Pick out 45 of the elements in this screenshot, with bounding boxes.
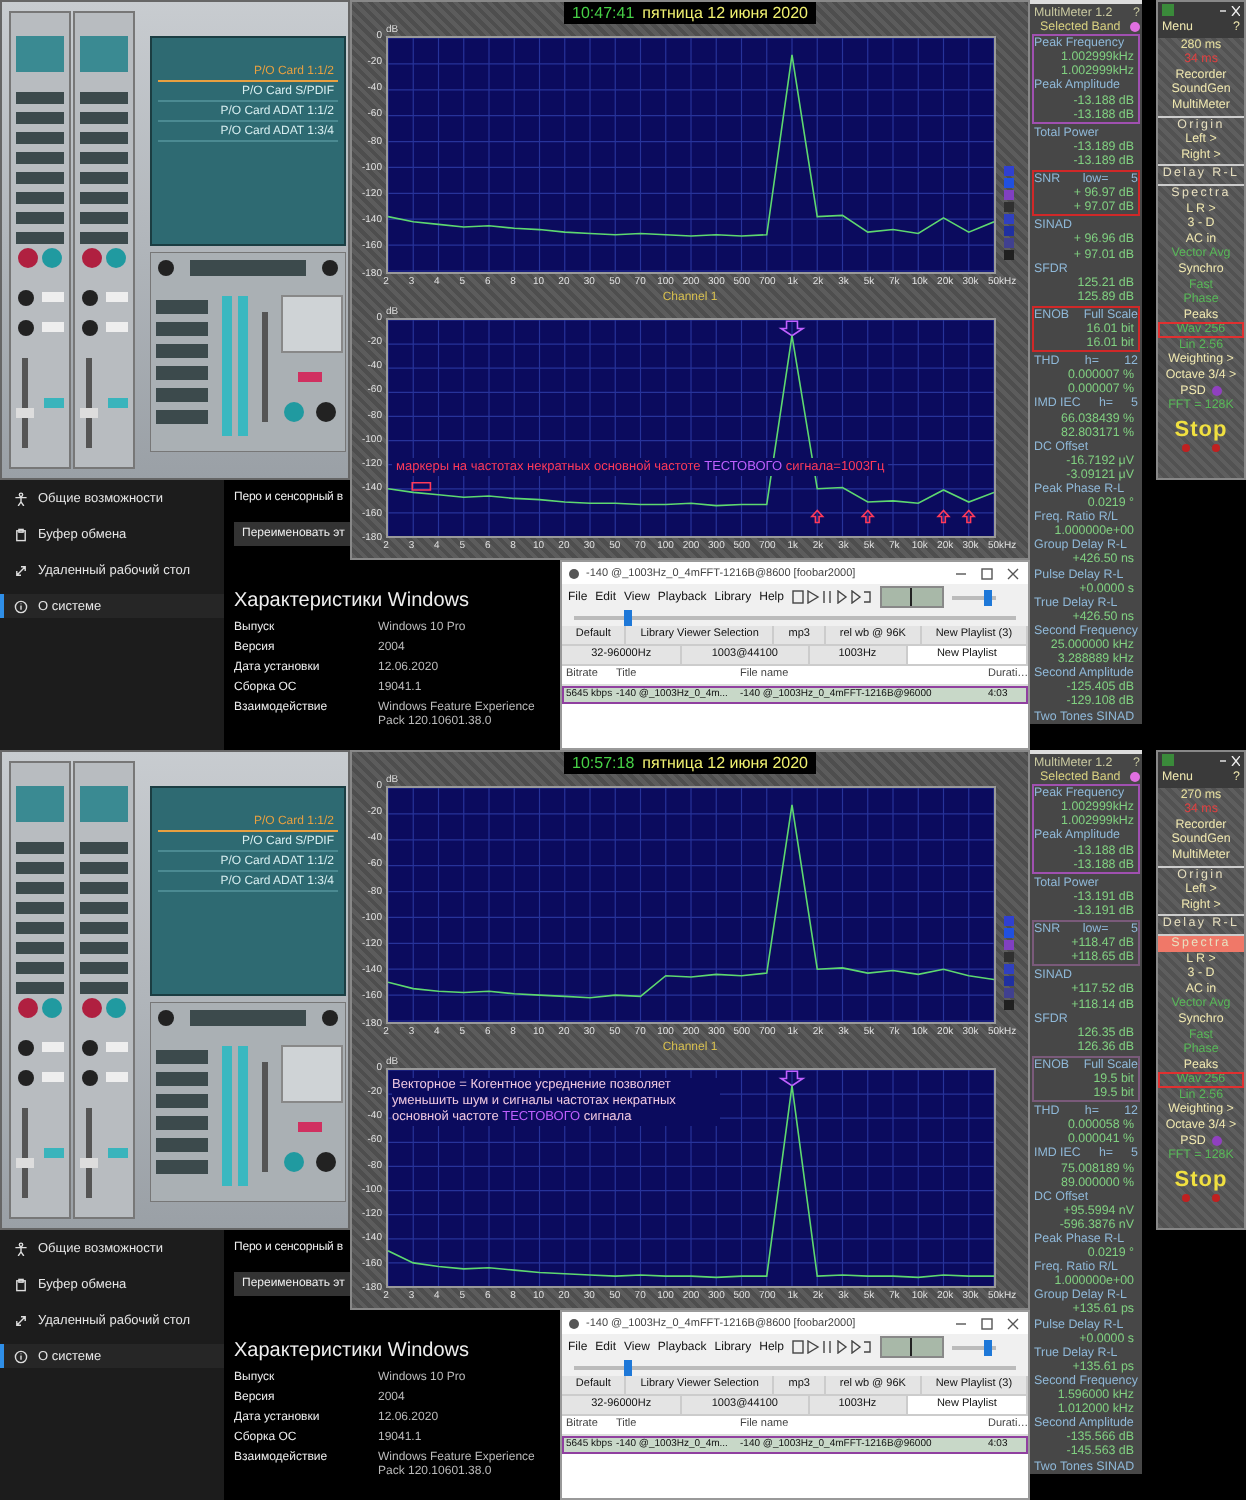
- person-icon: [14, 1241, 28, 1255]
- peak-marker-icon: [778, 1069, 806, 1086]
- remote-icon: [14, 1313, 28, 1327]
- section-title: Характеристики Windows: [234, 1340, 471, 1362]
- visualization-panel: [879, 1336, 944, 1358]
- stop-button[interactable]: Stop: [1158, 1167, 1244, 1194]
- stop-button[interactable]: Stop: [1158, 417, 1244, 444]
- clipboard-icon: [14, 527, 28, 541]
- window-controls-icon: [954, 1317, 1022, 1329]
- app-icon: [568, 1317, 580, 1329]
- peak-marker-icon: [778, 319, 806, 336]
- seek-thumb[interactable]: [623, 610, 632, 626]
- person-icon: [14, 491, 28, 505]
- marker-arrow-icon: [860, 508, 875, 523]
- app-icon: [1162, 4, 1174, 16]
- info-icon: [14, 1349, 28, 1363]
- color-legend-icon: [1004, 915, 1016, 1011]
- record-dot-icon: [1181, 1193, 1190, 1202]
- app-icon: [568, 567, 580, 579]
- slider-thumb[interactable]: [983, 1339, 992, 1355]
- window-controls-icon: [1220, 755, 1240, 765]
- clock-date: пятница 12 июня 2020: [642, 752, 808, 774]
- remote-icon: [14, 563, 28, 577]
- slider-thumb[interactable]: [983, 589, 992, 605]
- record-dot-icon: [1212, 443, 1221, 452]
- playback-controls-icon: [791, 590, 872, 604]
- app-icon: [1162, 754, 1174, 766]
- playback-controls-icon: [791, 1340, 872, 1354]
- clipboard-icon: [14, 1277, 28, 1291]
- visualization-panel: [879, 586, 944, 608]
- record-dot-icon: [1181, 443, 1190, 452]
- record-dot-icon: [1212, 1193, 1221, 1202]
- marker-arrow-icon: [810, 508, 825, 523]
- marker-box-icon: [411, 480, 432, 490]
- dot-icon: [1211, 1135, 1222, 1146]
- info-icon: [14, 599, 28, 613]
- color-legend-icon: [1004, 165, 1016, 261]
- section-title: Характеристики Windows: [234, 590, 471, 612]
- clock-time: 10:47:41: [572, 2, 635, 24]
- clock-date: пятница 12 июня 2020: [642, 2, 808, 24]
- clock-time: 10:57:18: [572, 752, 635, 774]
- window-controls-icon: [1220, 5, 1240, 15]
- seek-thumb[interactable]: [623, 1360, 632, 1376]
- dot-icon: [1211, 385, 1222, 396]
- window-controls-icon: [954, 567, 1022, 579]
